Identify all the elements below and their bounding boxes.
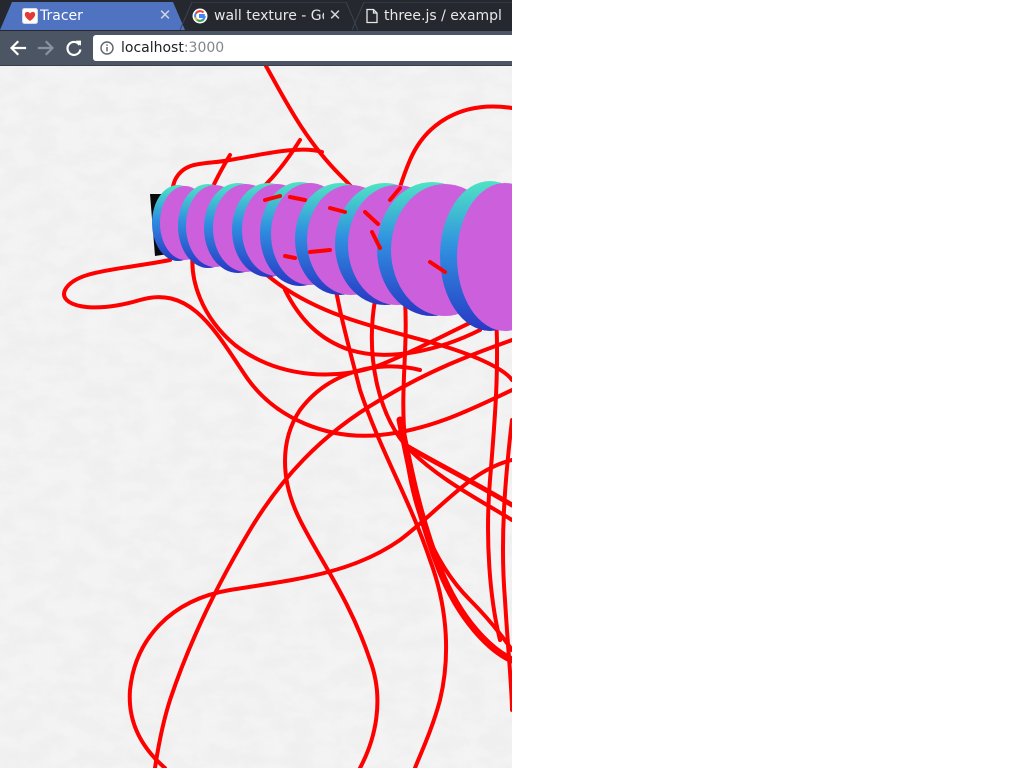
close-tab-icon[interactable]: ✕ (327, 7, 343, 23)
close-tab-icon[interactable]: ✕ (157, 7, 173, 23)
reload-icon[interactable] (63, 37, 85, 59)
address-bar[interactable]: localhost:3000 (93, 35, 512, 61)
trace-dash (308, 248, 332, 254)
trace-dash (283, 254, 297, 260)
tab-title: wall texture - Go (214, 8, 324, 24)
browser-window: Tracer ✕ wall texture - Go ✕ three.js / … (0, 0, 512, 768)
webgl-canvas[interactable] (0, 66, 512, 768)
url-port: :3000 (183, 40, 225, 56)
tab-threejs-examples[interactable]: three.js / exampl (352, 2, 512, 30)
info-icon[interactable] (100, 41, 114, 55)
page-icon (366, 8, 378, 24)
url-host: localhost (121, 40, 184, 56)
tab-title: Tracer (40, 8, 83, 24)
tab-tracer[interactable]: Tracer ✕ (0, 2, 185, 30)
heart-favicon-icon (22, 8, 38, 24)
back-arrow-icon[interactable] (7, 37, 29, 59)
google-favicon-icon (192, 8, 208, 24)
tab-wall-texture[interactable]: wall texture - Go ✕ (180, 2, 358, 30)
browser-toolbar: localhost:3000 (0, 31, 512, 66)
tab-strip: Tracer ✕ wall texture - Go ✕ three.js / … (0, 0, 512, 31)
scene-svg (0, 66, 512, 768)
wall-texture-noise (0, 66, 512, 768)
url-text: localhost:3000 (121, 39, 224, 57)
tab-title: three.js / exampl (384, 8, 502, 24)
forward-arrow-icon[interactable] (35, 37, 57, 59)
